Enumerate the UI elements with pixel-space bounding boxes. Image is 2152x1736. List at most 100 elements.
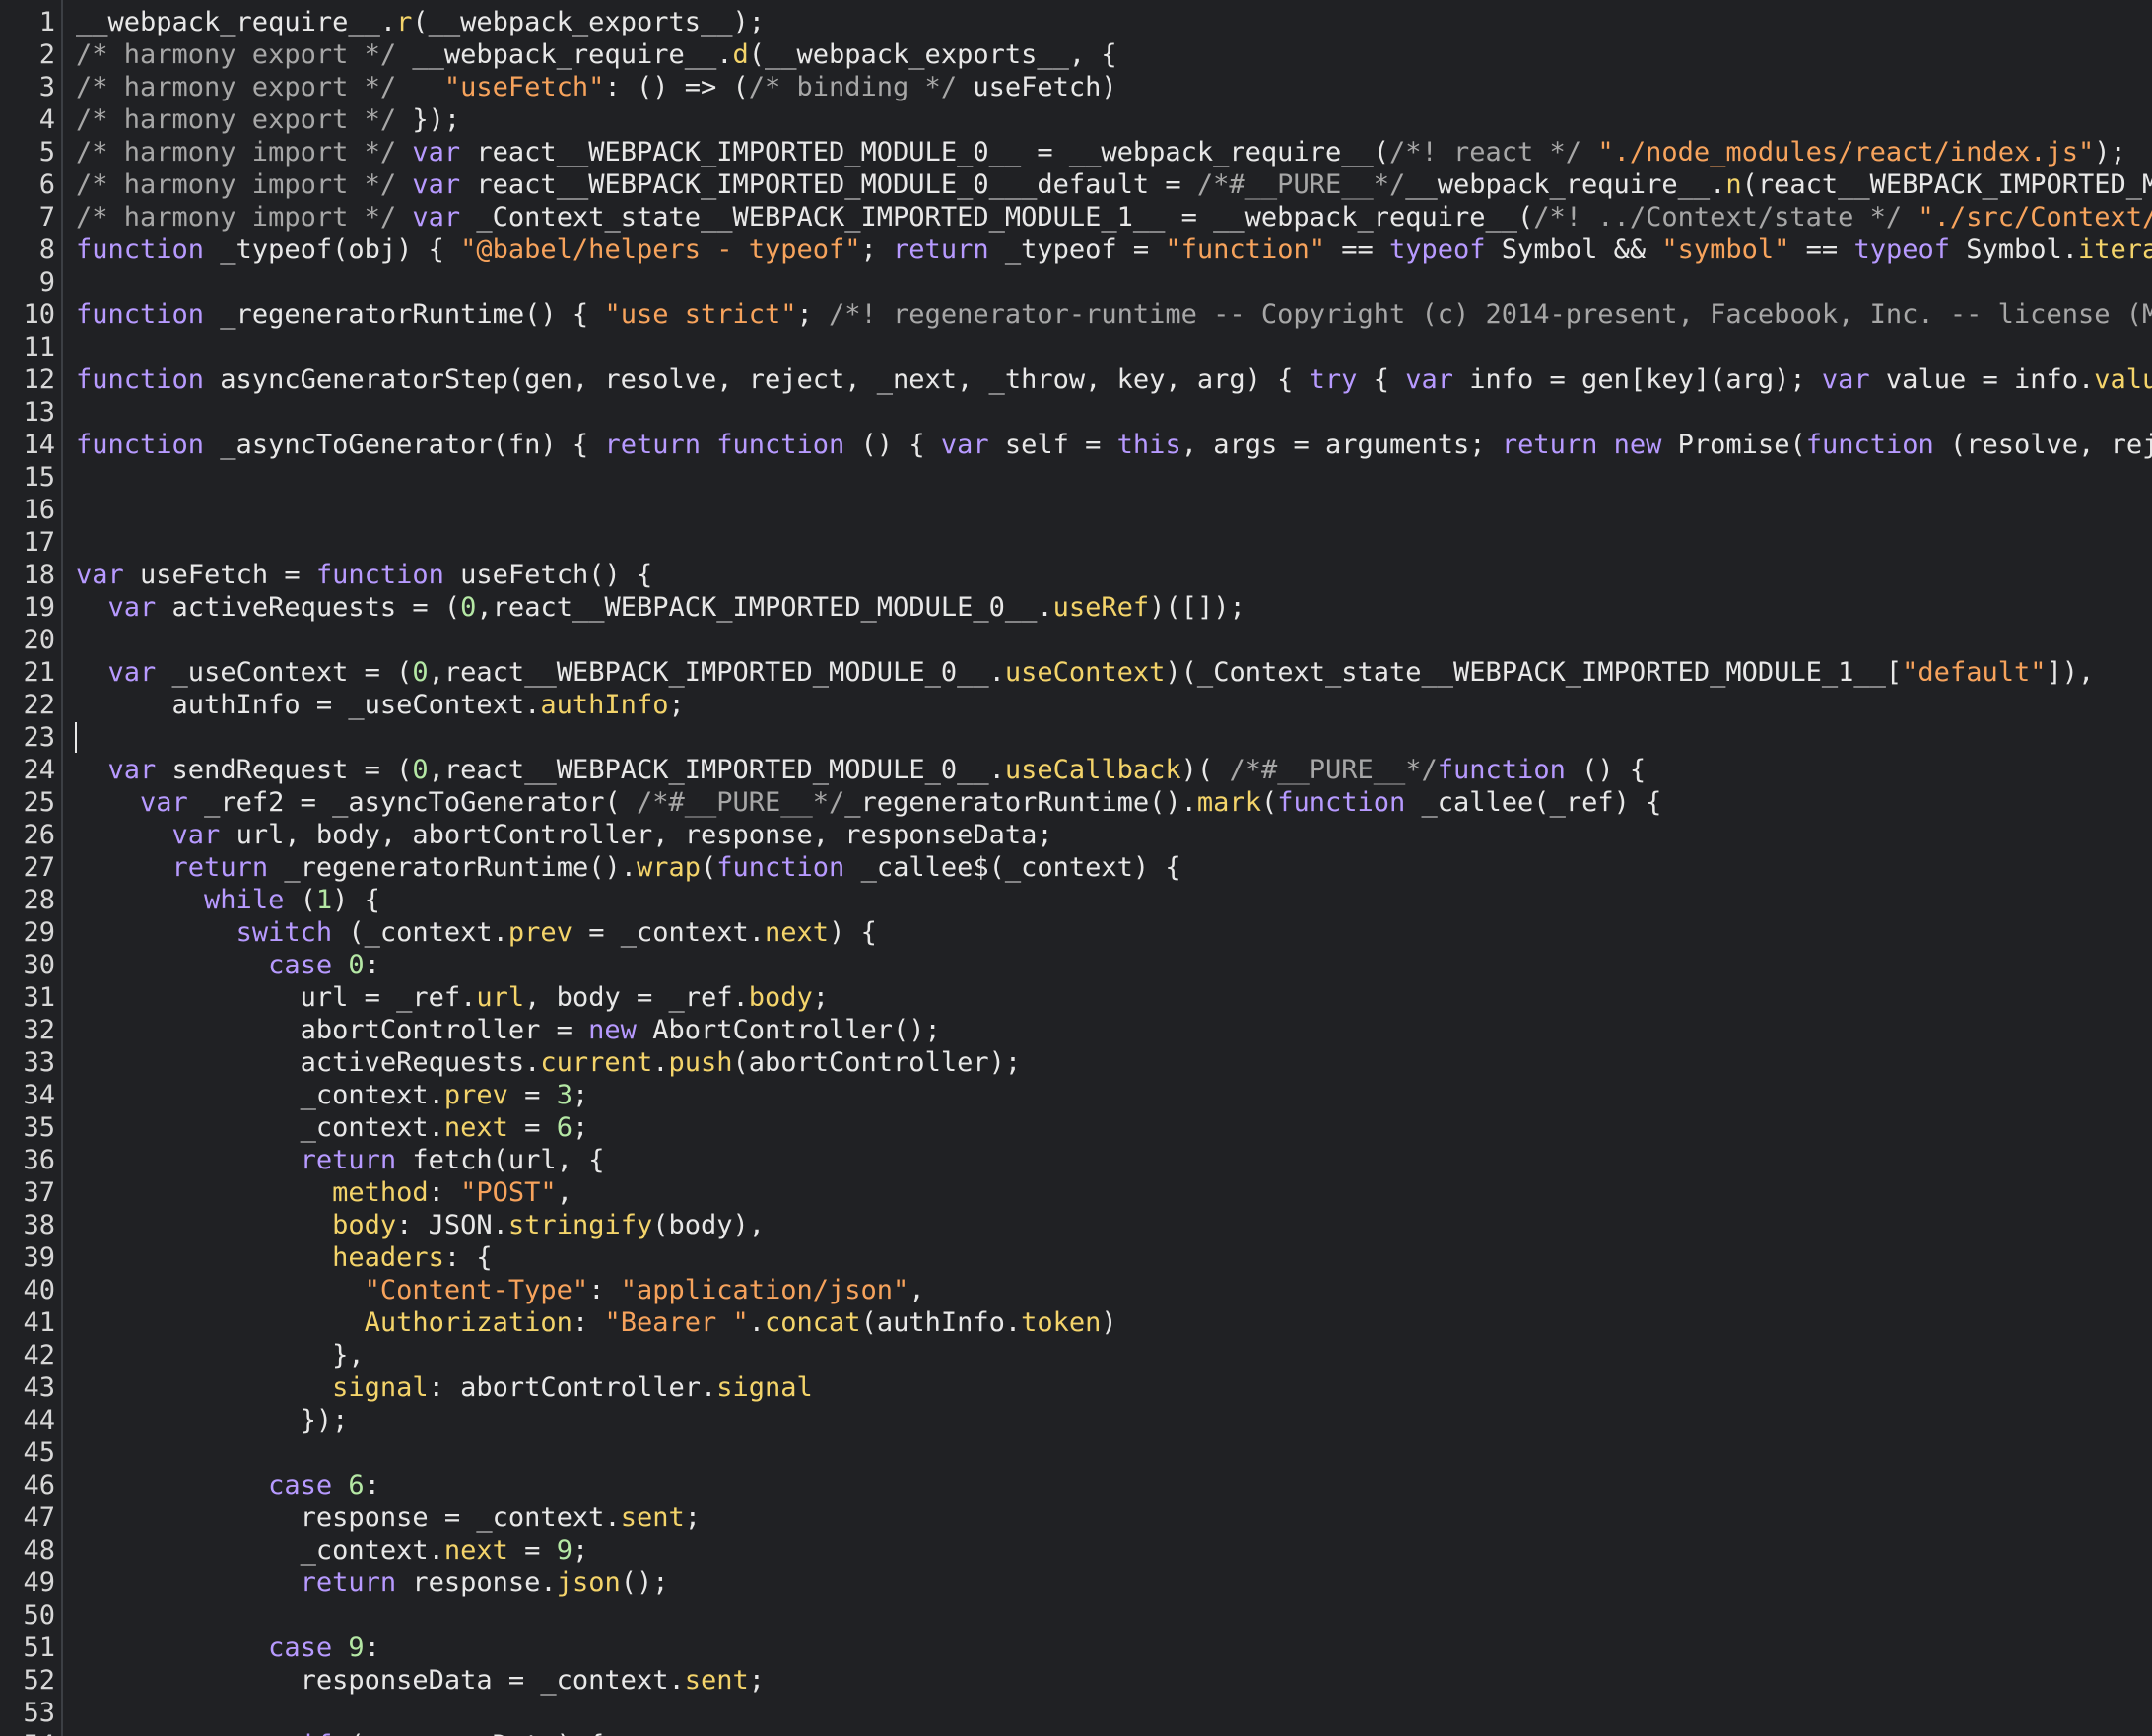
code-line[interactable]: 14 function _asyncToGenerator(fn) { retur… (0, 429, 2152, 461)
line-code[interactable]: /* harmony import */ var react__WEBPACK_… (76, 136, 2126, 168)
line-code[interactable]: case 6: (76, 1469, 380, 1502)
code-line[interactable]: 4 /* harmony export */ }); (0, 103, 2152, 136)
code-line[interactable]: 53 (0, 1697, 2152, 1729)
code-line[interactable]: 3 /* harmony export */ "useFetch": () => … (0, 71, 2152, 103)
code-line[interactable]: 39 headers: { (0, 1241, 2152, 1274)
code-line[interactable]: 6 /* harmony import */ var react__WEBPACK… (0, 168, 2152, 201)
code-line[interactable]: 35 _context.next = 6; (0, 1111, 2152, 1144)
code-line[interactable]: 5 /* harmony import */ var react__WEBPACK… (0, 136, 2152, 168)
line-code[interactable]: }, (76, 1339, 365, 1371)
code-line[interactable]: 1 __webpack_require__.r(__webpack_exports… (0, 6, 2152, 38)
line-code[interactable]: /* harmony export */ }); (76, 103, 460, 136)
code-line[interactable]: 11 (0, 331, 2152, 364)
code-line[interactable]: 43 signal: abortController.signal (0, 1371, 2152, 1404)
code-line[interactable]: 9 (0, 266, 2152, 299)
line-code[interactable]: abortController = new AbortController(); (76, 1014, 941, 1046)
code-line[interactable]: 12 function asyncGeneratorStep(gen, resol… (0, 364, 2152, 396)
code-line[interactable]: 26 var url, body, abortController, respo… (0, 819, 2152, 851)
code-line[interactable]: 17 (0, 526, 2152, 559)
line-code[interactable]: Authorization: "Bearer ".concat(authInfo… (76, 1306, 1117, 1339)
line-code[interactable]: }); (76, 1404, 349, 1436)
code-line[interactable]: 13 (0, 396, 2152, 429)
line-code[interactable]: function asyncGeneratorStep(gen, resolve… (76, 364, 2152, 396)
code-line[interactable]: 25 var _ref2 = _asyncToGenerator( /*#__P… (0, 786, 2152, 819)
line-code[interactable]: __webpack_require__.r(__webpack_exports_… (76, 6, 765, 38)
code-line[interactable]: 2 /* harmony export */ __webpack_require_… (0, 38, 2152, 71)
line-code[interactable]: var sendRequest = (0,react__WEBPACK_IMPO… (76, 754, 1647, 786)
code-line[interactable]: 21 var _useContext = (0,react__WEBPACK_I… (0, 656, 2152, 689)
code-line[interactable]: 27 return _regeneratorRuntime().wrap(fun… (0, 851, 2152, 884)
code-line[interactable]: 36 return fetch(url, { (0, 1144, 2152, 1176)
line-code[interactable]: function _regeneratorRuntime() { "use st… (76, 299, 2152, 331)
line-code[interactable]: function _asyncToGenerator(fn) { return … (76, 429, 2152, 461)
code-line[interactable]: 16 (0, 494, 2152, 526)
code-line[interactable]: 28 while (1) { (0, 884, 2152, 916)
line-code[interactable]: url = _ref.url, body = _ref.body; (76, 981, 829, 1014)
line-code[interactable]: while (1) { (76, 884, 380, 916)
line-code[interactable]: headers: { (76, 1241, 493, 1274)
code-line[interactable]: 22 authInfo = _useContext.authInfo; (0, 689, 2152, 721)
line-code[interactable]: response = _context.sent; (76, 1502, 701, 1534)
line-number: 44 (23, 1405, 55, 1436)
line-code[interactable]: return response.json(); (76, 1567, 669, 1599)
line-code[interactable]: _context.next = 9; (76, 1534, 589, 1567)
line-code[interactable]: switch (_context.prev = _context.next) { (76, 916, 877, 949)
code-line[interactable]: 10 function _regeneratorRuntime() { "use … (0, 299, 2152, 331)
line-code[interactable]: case 0: (76, 949, 380, 981)
line-code[interactable]: /* harmony import */ var react__WEBPACK_… (76, 168, 2152, 201)
code-line[interactable]: 42 }, (0, 1339, 2152, 1371)
line-code[interactable]: _context.prev = 3; (76, 1079, 589, 1111)
code-line[interactable]: 18 var useFetch = function useFetch() { (0, 559, 2152, 591)
code-line[interactable]: 41 Authorization: "Bearer ".concat(authI… (0, 1306, 2152, 1339)
code-line[interactable]: 37 method: "POST", (0, 1176, 2152, 1209)
line-code[interactable]: var activeRequests = (0,react__WEBPACK_I… (76, 591, 1245, 624)
code-line[interactable]: 52 responseData = _context.sent; (0, 1664, 2152, 1697)
line-code[interactable]: responseData = _context.sent; (76, 1664, 765, 1697)
line-code[interactable]: method: "POST", (76, 1176, 572, 1209)
code-line[interactable]: 47 response = _context.sent; (0, 1502, 2152, 1534)
code-line[interactable]: 29 switch (_context.prev = _context.next… (0, 916, 2152, 949)
line-code[interactable]: activeRequests.current.push(abortControl… (76, 1046, 1022, 1079)
line-code[interactable]: /* harmony export */ __webpack_require__… (76, 38, 1117, 71)
line-code[interactable]: "Content-Type": "application/json", (76, 1274, 925, 1306)
line-code[interactable]: var _useContext = (0,react__WEBPACK_IMPO… (76, 656, 2095, 689)
line-code[interactable]: var url, body, abortController, response… (76, 819, 1053, 851)
code-line[interactable]: 34 _context.prev = 3; (0, 1079, 2152, 1111)
code-line[interactable]: 8 function _typeof(obj) { "@babel/helpers… (0, 234, 2152, 266)
line-code[interactable]: body: JSON.stringify(body), (76, 1209, 765, 1241)
code-line[interactable]: 20 (0, 624, 2152, 656)
code-line[interactable]: 33 activeRequests.current.push(abortCont… (0, 1046, 2152, 1079)
line-code[interactable]: authInfo = _useContext.authInfo; (76, 689, 685, 721)
code-line[interactable]: 50 (0, 1599, 2152, 1632)
line-code[interactable]: /* harmony import */ var _Context_state_… (76, 201, 2152, 234)
code-token: _ref2 = _asyncToGenerator( (187, 787, 637, 818)
code-line[interactable]: 38 body: JSON.stringify(body), (0, 1209, 2152, 1241)
code-line[interactable]: 23 (0, 721, 2152, 754)
line-code[interactable]: case 9: (76, 1632, 380, 1664)
code-line[interactable]: 51 case 9: (0, 1632, 2152, 1664)
line-code[interactable]: return _regeneratorRuntime().wrap(functi… (76, 851, 1181, 884)
code-line[interactable]: 30 case 0: (0, 949, 2152, 981)
code-line[interactable]: 19 var activeRequests = (0,react__WEBPAC… (0, 591, 2152, 624)
line-code[interactable]: signal: abortController.signal (76, 1371, 813, 1404)
line-code[interactable]: /* harmony export */ "useFetch": () => (… (76, 71, 1117, 103)
code-line[interactable]: 48 _context.next = 9; (0, 1534, 2152, 1567)
code-editor[interactable]: 1 __webpack_require__.r(__webpack_exports… (0, 0, 2152, 1736)
line-code[interactable]: _context.next = 6; (76, 1111, 589, 1144)
code-line[interactable]: 54 if (responseData) { (0, 1729, 2152, 1736)
code-line[interactable]: 15 (0, 461, 2152, 494)
code-line[interactable]: 44 }); (0, 1404, 2152, 1436)
line-code[interactable]: var useFetch = function useFetch() { (76, 559, 652, 591)
code-line[interactable]: 40 "Content-Type": "application/json", (0, 1274, 2152, 1306)
code-line[interactable]: 24 var sendRequest = (0,react__WEBPACK_I… (0, 754, 2152, 786)
code-line[interactable]: 46 case 6: (0, 1469, 2152, 1502)
line-code[interactable]: function _typeof(obj) { "@babel/helpers … (76, 234, 2152, 266)
code-line[interactable]: 32 abortController = new AbortController… (0, 1014, 2152, 1046)
line-code[interactable]: var _ref2 = _asyncToGenerator( /*#__PURE… (76, 786, 1661, 819)
code-line[interactable]: 7 /* harmony import */ var _Context_state… (0, 201, 2152, 234)
line-code[interactable]: return fetch(url, { (76, 1144, 605, 1176)
code-line[interactable]: 45 (0, 1436, 2152, 1469)
code-line[interactable]: 31 url = _ref.url, body = _ref.body; (0, 981, 2152, 1014)
line-code[interactable]: if (responseData) { (76, 1729, 605, 1736)
code-line[interactable]: 49 return response.json(); (0, 1567, 2152, 1599)
